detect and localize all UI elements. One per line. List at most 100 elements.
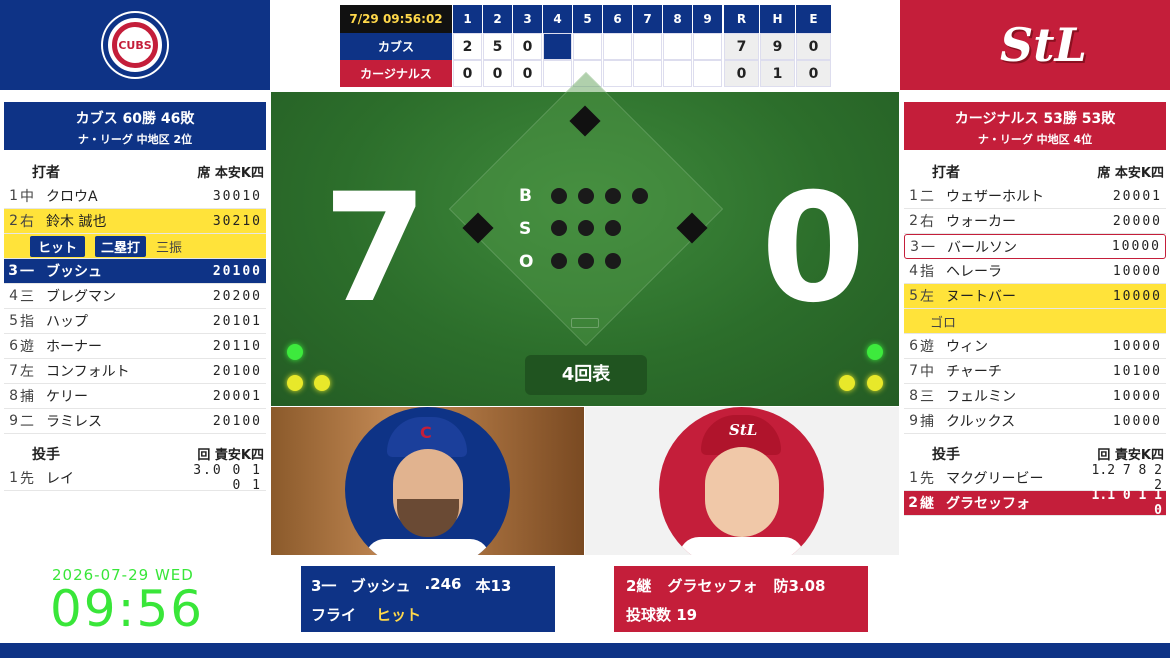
lineup-number: 8: [909, 388, 918, 404]
lineup-position: 左: [920, 289, 934, 305]
scoreboard-inning-header: 2: [483, 5, 512, 33]
lineup-row[interactable]: 6 遊ホーナー 20110: [4, 334, 266, 359]
lineup-name: ブッシュ: [46, 264, 102, 280]
inning-indicator: 4回表: [525, 355, 647, 395]
lineup-position: 遊: [920, 339, 934, 355]
away-batters-header: 打者 席 本安K四: [904, 159, 1166, 184]
scoreboard-inning-score: [663, 33, 692, 60]
lineup-row[interactable]: 9 二ラミレス 20100: [4, 409, 266, 434]
lineup-number: 1: [9, 188, 18, 204]
lineup-position: 指: [20, 314, 34, 330]
lineup-row[interactable]: 7 左コンフォルト 20100: [4, 359, 266, 384]
lineup-name: ケリー: [46, 389, 88, 405]
home-pitchers-header-title: 投手: [32, 446, 60, 463]
lineup-row[interactable]: 4 三ブレグマン 20200: [4, 284, 266, 309]
lineup-number: 6: [909, 338, 918, 354]
lineup-name: レイ: [46, 471, 74, 487]
status-lamp-yellow-right-1: [839, 375, 855, 391]
lineup-position: 左: [20, 364, 34, 380]
lineup-number: 5: [909, 288, 918, 304]
lineup-number: 7: [909, 363, 918, 379]
scoreboard-rhe-value: 0: [724, 60, 759, 87]
scoreboard-inning-score: [693, 60, 722, 87]
lineup-stats: 10000: [1112, 338, 1162, 354]
scoreboard-inning-score: [663, 60, 692, 87]
result-text-groundout: ゴロ: [930, 315, 957, 331]
scoreboard-inning-score: [693, 33, 722, 60]
lineup-position: 先: [20, 471, 34, 487]
lineup-row[interactable]: 7 中チャーチ 10100: [904, 359, 1166, 384]
lineup-stats: 20110: [212, 338, 262, 354]
scoreboard-rhe-value: 0: [796, 33, 831, 60]
lineup-position: 一: [921, 239, 935, 256]
out-lamp-3: [605, 253, 621, 269]
lineup-number: 9: [9, 413, 18, 429]
lineup-position: 二: [920, 189, 934, 205]
lineup-stats: 20100: [212, 413, 262, 429]
lineup-name: グラセッフォ: [946, 496, 1030, 512]
lineup-number: 9: [909, 413, 918, 429]
lineup-position: 遊: [20, 339, 34, 355]
pitcher-info-name: グラセッフォ: [667, 577, 758, 595]
scoreboard-rhe-value: 0: [796, 60, 831, 87]
result-badge-hit: ヒット: [30, 235, 86, 257]
lineup-number: 3: [8, 263, 18, 279]
lineup-row[interactable]: 3 一ブッシュ 20100: [4, 259, 266, 284]
bottom-bar: [0, 643, 1170, 658]
result-text-strikeout: 三振: [156, 240, 183, 256]
status-lamp-green-right: [867, 344, 883, 360]
lineup-row[interactable]: 6 遊ウィン 10000: [904, 334, 1166, 359]
lineup-row[interactable]: 2 右鈴木 誠也 30210: [4, 209, 266, 234]
lineup-name: マクグリービー: [946, 471, 1044, 487]
lineup-row[interactable]: 5 左ヌートバー 10000: [904, 284, 1166, 309]
lineup-row[interactable]: 2 継グラセッフォ 1.1 0 1 1 0: [904, 488, 1166, 518]
lineup-name: ウォーカー: [946, 214, 1016, 230]
scoreboard-inning-score: 2: [453, 33, 482, 60]
status-lamp-yellow-right-2: [867, 375, 883, 391]
scoreboard-inning-score: 0: [513, 33, 542, 60]
lineup-row[interactable]: 8 三フェルミン 10000: [904, 384, 1166, 409]
lineup-stats: 20200: [212, 288, 262, 304]
scoreboard-inning-score: 0: [513, 60, 542, 87]
lineup-name: ブレグマン: [46, 289, 116, 305]
home-plate: [571, 318, 599, 328]
lineup-position: 中: [920, 364, 934, 380]
bso-label-b: B: [519, 186, 532, 206]
lineup-row[interactable]: 4 指ヘレーラ 10000: [904, 259, 1166, 284]
strike-lamp-1: [551, 220, 567, 236]
scoreboard-time: 7/29 09:56:02: [340, 5, 452, 33]
clock-time: 09:56: [50, 580, 205, 638]
home-batters-header-title: 打者: [32, 164, 60, 181]
lineup-row[interactable]: 1 中クロウA 30010: [4, 184, 266, 209]
scoreboard-rhe-header: H: [760, 5, 795, 33]
lineup-row[interactable]: 8 捕ケリー 20001: [4, 384, 266, 409]
lineup-name: ホーナー: [46, 339, 102, 355]
lineup-stats: 30010: [212, 188, 262, 204]
lineup-row[interactable]: 3 一バールソン 10000: [904, 234, 1166, 259]
lineup-row[interactable]: 1 二ウェザーホルト 20001: [904, 184, 1166, 209]
scoreboard-rhe-header: E: [796, 5, 831, 33]
batter-photo: C: [271, 407, 584, 555]
lineup-row[interactable]: 5 指ハップ 20101: [4, 309, 266, 334]
scoreboard-inning-score: 5: [483, 33, 512, 60]
home-team-record-box: カブス 60勝 46敗 ナ・リーグ 中地区 2位: [4, 102, 266, 150]
lineup-position: 三: [20, 289, 34, 305]
pitcher-info-pos: 2継: [626, 577, 652, 595]
batter-info-hr: 本13: [475, 577, 512, 595]
home-big-score: 7: [323, 162, 428, 336]
lineup-stats: 1.1 0 1 1 0: [1091, 488, 1162, 518]
lineup-stats: 10000: [1112, 263, 1162, 279]
lineup-number: 4: [9, 288, 18, 304]
away-big-score: 0: [761, 162, 866, 336]
lineup-row[interactable]: 1 先レイ 3.0 0 1 0 1: [4, 463, 266, 493]
lineup-number: 1: [909, 470, 918, 486]
lineup-position: 継: [920, 496, 934, 512]
lineup-row[interactable]: 9 捕クルックス 10000: [904, 409, 1166, 434]
lineup-stats: 10000: [1112, 413, 1162, 429]
lineup-row[interactable]: 2 右ウォーカー 20000: [904, 209, 1166, 234]
lineup-stats: 10000: [1111, 239, 1161, 254]
lineup-stats: 20000: [1112, 213, 1162, 229]
cubs-logo: CUBS: [103, 13, 167, 77]
result-badge-double: 二塁打: [95, 235, 147, 257]
lineup-number: 4: [909, 263, 918, 279]
